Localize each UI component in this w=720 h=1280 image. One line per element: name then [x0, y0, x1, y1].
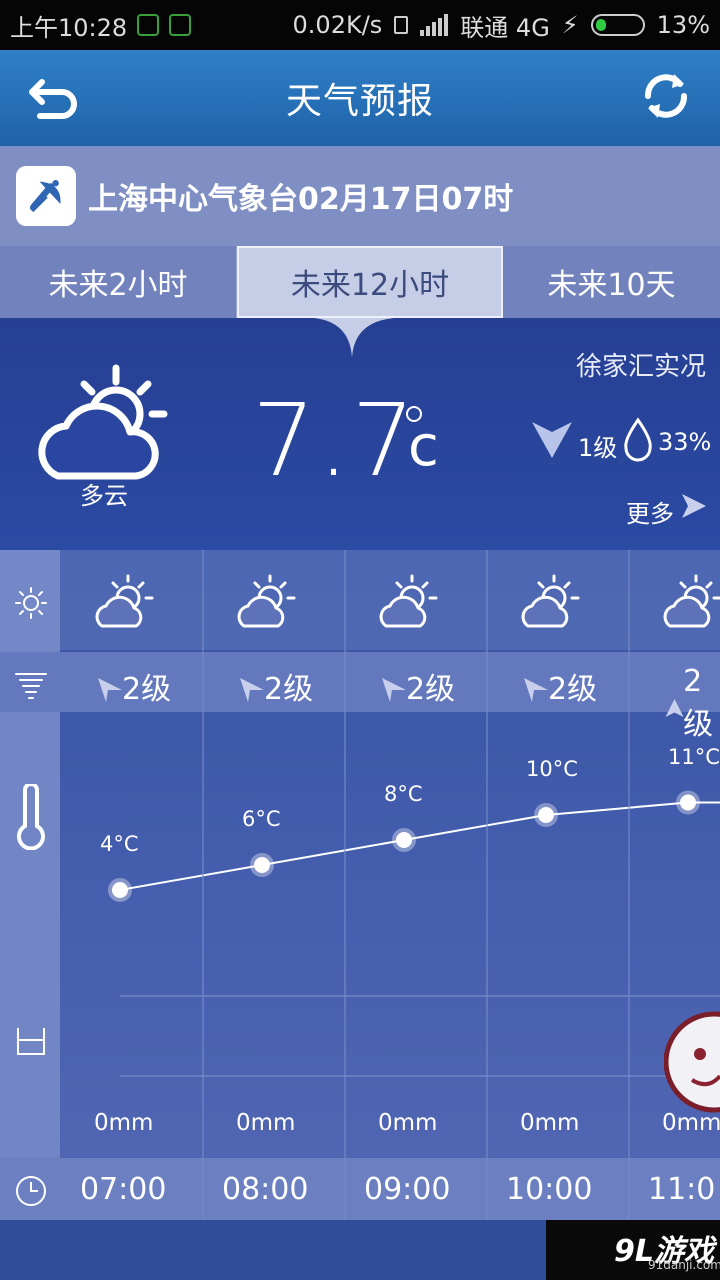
column-separator — [344, 550, 346, 1220]
temperature-label: 4°C — [100, 832, 139, 856]
clock-icon — [16, 1176, 46, 1206]
shield-icon — [137, 14, 160, 36]
forecast-wind: 2级 — [380, 664, 455, 708]
partly-cloudy-icon — [663, 574, 720, 628]
forecast-wind-label: 2级 — [548, 672, 598, 707]
current-temperature: 7.7 — [252, 382, 418, 499]
app-header: 天气预报 — [0, 50, 720, 146]
forecast-wind-label: 2级 — [122, 672, 172, 707]
mascot-float-icon[interactable] — [664, 1010, 720, 1114]
forecast-time: 10:00 — [506, 1172, 593, 1207]
page-title: 天气预报 — [285, 81, 434, 122]
source-text: 上海中心气象台02月17日07时 — [88, 182, 514, 217]
column-separator — [202, 550, 204, 1220]
back-button[interactable] — [24, 70, 84, 126]
temperature-point — [112, 882, 128, 898]
carrier-label: 联通 4G — [460, 13, 550, 42]
forecast-grid: 2级 4°C 0mm 07:00 2级 6°C 0mm 08:00 2级 8°C 0mm 09:00 2… — [0, 550, 720, 1220]
chevron-right-icon[interactable] — [680, 492, 708, 520]
battery-percent: 13% — [656, 11, 710, 39]
wind-direction-icon — [532, 422, 572, 458]
partly-cloudy-icon — [379, 574, 438, 628]
wind-arrow-icon — [240, 678, 264, 702]
back-arrow-icon — [29, 79, 77, 119]
temperature-point — [538, 807, 554, 823]
forecast-wind: 2级 — [96, 664, 171, 708]
partly-cloudy-icon — [38, 364, 168, 480]
tab-12-hours[interactable]: 未来12小时 — [237, 246, 503, 318]
forecast-wind-label: 2级 — [406, 672, 456, 707]
wind-arrow-icon — [524, 678, 548, 702]
wind-arrow-icon — [98, 678, 122, 702]
temperature-label: 10°C — [526, 757, 578, 781]
tab-2-hours[interactable]: 未来2小时 — [0, 246, 237, 318]
bottom-strip — [0, 1220, 546, 1280]
rainfall-label: 0mm — [236, 1110, 296, 1136]
android-icon — [169, 14, 192, 36]
current-weather-panel: 多云 7.7 c 徐家汇实况 1级 33% 更多 — [0, 318, 720, 550]
column-separator — [628, 550, 630, 1220]
refresh-button[interactable] — [636, 66, 696, 126]
rainfall-label: 0mm — [378, 1110, 438, 1136]
humidity-drop-icon — [624, 417, 652, 462]
forecast-wind-label: 2级 — [683, 664, 714, 742]
temperature-label: 8°C — [384, 782, 423, 806]
signal-icon — [420, 14, 449, 36]
more-link[interactable]: 更多 — [626, 494, 674, 529]
temperature-line — [119, 801, 720, 891]
charging-icon: ⚡ — [561, 11, 579, 39]
forecast-wind: 2级 — [522, 664, 597, 708]
forecast-time: 11:0 — [648, 1172, 716, 1207]
rainfall-label: 0mm — [520, 1110, 580, 1136]
temperature-label: 11°C — [668, 744, 720, 769]
wind-level: 1级 — [578, 434, 618, 462]
temperature-point — [680, 794, 696, 811]
temperature-label: 6°C — [242, 807, 281, 831]
partly-cloudy-icon — [237, 574, 296, 628]
rainfall-label: 0mm — [94, 1110, 154, 1136]
thermometer-icon — [17, 784, 45, 850]
tornado-icon — [15, 673, 47, 699]
satellite-dish-icon — [16, 166, 76, 226]
tab-pointer — [314, 318, 394, 358]
humidity-value: 33% — [658, 428, 712, 456]
temperature-unit: c — [408, 414, 439, 479]
refresh-icon — [645, 74, 687, 118]
partly-cloudy-icon — [521, 574, 580, 628]
tab-bar: 未来2小时 未来12小时 未来10天 — [0, 246, 720, 318]
partly-cloudy-icon — [95, 574, 154, 628]
rain-gauge-icon — [17, 1028, 45, 1055]
condition-label: 多云 — [80, 482, 128, 510]
battery-icon — [590, 14, 645, 36]
status-bar: 上午10:28 0.02K/s 联通 4G ⚡ 13% — [0, 0, 720, 50]
forecast-time: 08:00 — [222, 1172, 309, 1207]
temperature-point — [396, 832, 412, 848]
forecast-wind-label: 2级 — [264, 672, 314, 707]
sun-icon — [15, 587, 47, 619]
wind-arrow-icon — [665, 698, 684, 717]
station-label: 徐家汇实况 — [575, 352, 706, 382]
lock-icon — [394, 16, 409, 34]
status-time: 上午10:28 — [10, 13, 128, 42]
source-row: 上海中心气象台02月17日07时 — [0, 146, 720, 246]
forecast-time: 07:00 — [80, 1172, 167, 1207]
column-separator — [486, 550, 488, 1220]
temperature-point — [254, 857, 270, 873]
wind-arrow-icon — [382, 678, 406, 702]
tab-10-days[interactable]: 未来10天 — [503, 246, 720, 318]
network-speed: 0.02K/s — [292, 11, 383, 39]
forecast-wind: 2级 — [664, 664, 720, 743]
forecast-time: 09:00 — [364, 1172, 451, 1207]
forecast-wind: 2级 — [238, 664, 313, 708]
watermark-site: 91danji.com — [648, 1258, 720, 1272]
